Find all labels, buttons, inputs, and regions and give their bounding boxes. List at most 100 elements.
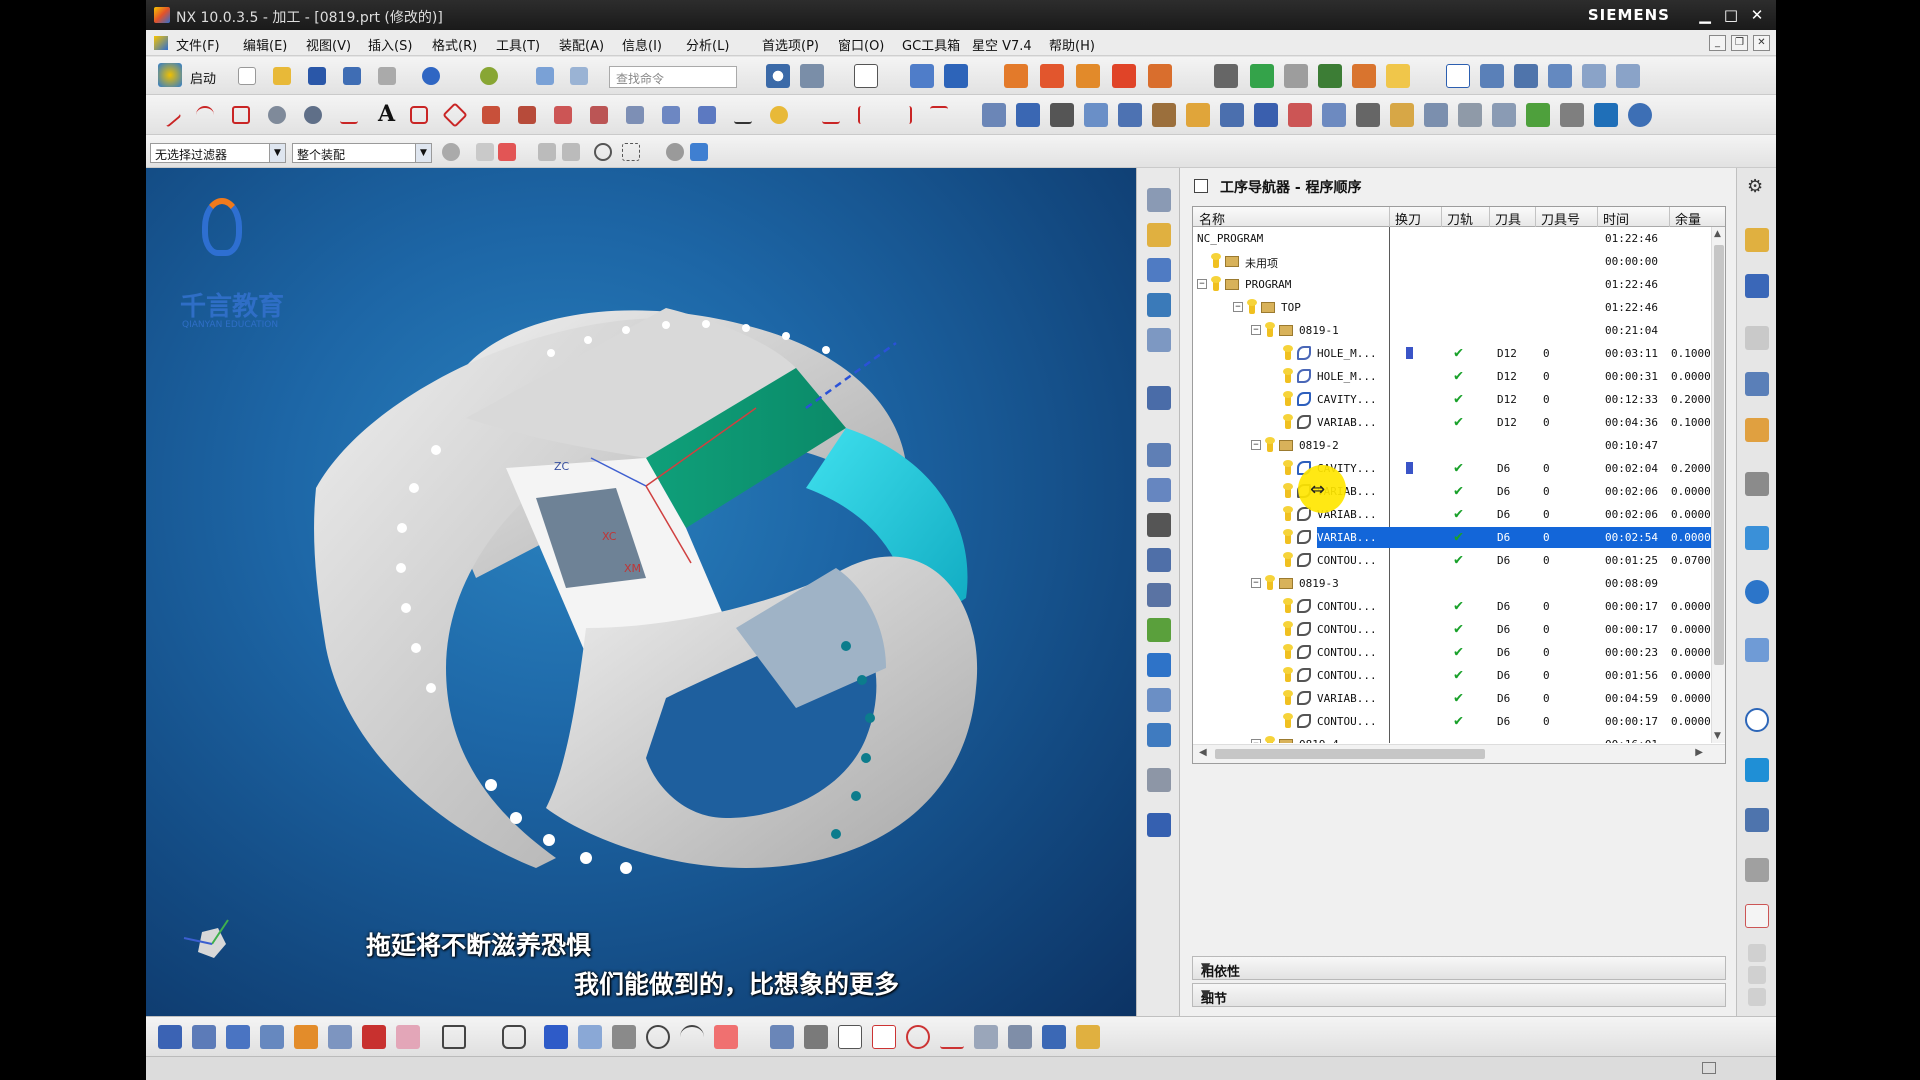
- close-button[interactable]: ✕: [1746, 5, 1768, 25]
- save-icon[interactable]: [308, 67, 326, 85]
- dependencies-panel[interactable]: 相依性 ▼: [1192, 956, 1726, 980]
- open-icon[interactable]: [273, 67, 291, 85]
- operation-row[interactable]: CONTOU... ✔ D6 0 00:00:17 0.0000: [1193, 710, 1711, 733]
- right-tool-16-icon[interactable]: [1748, 966, 1766, 984]
- right-tool-12-icon[interactable]: [1745, 808, 1769, 832]
- fit-view-icon[interactable]: [766, 64, 790, 88]
- menu-view[interactable]: 视图(V): [306, 35, 351, 54]
- program-group-row[interactable]: 未用项 00:00:00: [1193, 250, 1711, 273]
- collapse-toggle-icon[interactable]: −: [1233, 302, 1243, 312]
- program-group-row[interactable]: − 0819-3 00:08:09: [1193, 572, 1711, 595]
- mfg-op-7-icon[interactable]: [1186, 103, 1210, 127]
- mfg-op-15-icon[interactable]: [1458, 103, 1482, 127]
- menu-tools[interactable]: 工具(T): [496, 35, 540, 54]
- box-select-icon[interactable]: [622, 143, 640, 161]
- start-icon[interactable]: [158, 63, 182, 87]
- operation-row[interactable]: CONTOU... ✔ D6 0 00:01:25 0.0700: [1193, 549, 1711, 572]
- resource-8-icon[interactable]: [1147, 478, 1171, 502]
- resource-1-icon[interactable]: [1147, 188, 1171, 212]
- scroll-right-icon[interactable]: ▶: [1695, 747, 1703, 758]
- menu-edit[interactable]: 编辑(E): [243, 35, 287, 54]
- resource-13-icon[interactable]: [1147, 653, 1171, 677]
- view-orient-icon[interactable]: [800, 64, 824, 88]
- new-icon[interactable]: [238, 67, 256, 85]
- mfg-op-6-icon[interactable]: [1152, 103, 1176, 127]
- render-icon[interactable]: [480, 67, 498, 85]
- horizontal-scrollbar[interactable]: ◀ ▶: [1193, 744, 1725, 763]
- clock-icon[interactable]: [1745, 708, 1769, 732]
- bridge-curve-icon[interactable]: [482, 106, 500, 124]
- circle-icon[interactable]: [646, 1025, 670, 1049]
- save-as-icon[interactable]: [343, 67, 361, 85]
- type-filter-dropdown[interactable]: 无选择过滤器 ▼: [150, 143, 286, 163]
- gear-icon[interactable]: ⚙: [1747, 176, 1763, 197]
- bottom-tool-4-icon[interactable]: [260, 1025, 284, 1049]
- mfg-op-1-icon[interactable]: [982, 103, 1006, 127]
- bottom-tool-26-icon[interactable]: [1076, 1025, 1100, 1049]
- operation-row[interactable]: HOLE_M... ✔ D12 0 00:00:31 0.0000: [1193, 365, 1711, 388]
- machine-tool-view-icon[interactable]: [1480, 64, 1504, 88]
- operation-row[interactable]: VARIAB... ✔ D6 0 00:02:06 0.0000: [1193, 503, 1711, 526]
- menu-file[interactable]: 文件(F): [176, 35, 220, 54]
- divide-curve-icon[interactable]: [858, 106, 876, 124]
- arc-icon[interactable]: [196, 106, 214, 124]
- operation-row[interactable]: CONTOU... ✔ D6 0 00:00:23 0.0000: [1193, 641, 1711, 664]
- resource-6-icon[interactable]: [1147, 386, 1171, 410]
- mfg-op-20-icon[interactable]: [1628, 103, 1652, 127]
- snap-point-icon[interactable]: [498, 143, 516, 161]
- mfg-op-19-icon[interactable]: [1594, 103, 1618, 127]
- operation-row[interactable]: HOLE_M... ✔ D12 0 00:03:11 0.1000: [1193, 342, 1711, 365]
- resource-11-icon[interactable]: [1147, 583, 1171, 607]
- resource-4-icon[interactable]: [1147, 293, 1171, 317]
- undo-icon[interactable]: [422, 67, 440, 85]
- operation-row[interactable]: VARIAB... ✔ D6 0 00:02:06 0.0000: [1193, 480, 1711, 503]
- col-header-toolpath[interactable]: 刀轨: [1447, 209, 1473, 228]
- offset-curve-icon[interactable]: [442, 102, 468, 128]
- bottom-tool-19-icon[interactable]: [838, 1025, 862, 1049]
- bottom-tool-7-icon[interactable]: [362, 1025, 386, 1049]
- graphics-viewport[interactable]: 千言教育 QIANYAN EDUCATION ZC XC XM 拖延将不断滋养恐…: [146, 168, 1136, 1016]
- mfg-op-12-icon[interactable]: [1356, 103, 1380, 127]
- menu-preferences[interactable]: 首选项(P): [762, 35, 819, 54]
- bottom-tool-20-icon[interactable]: [872, 1025, 896, 1049]
- details-panel[interactable]: 细节 ▼: [1192, 983, 1726, 1007]
- resource-15-icon[interactable]: [1147, 723, 1171, 747]
- verify-icon[interactable]: [1318, 64, 1342, 88]
- print-icon[interactable]: [378, 67, 396, 85]
- menu-help[interactable]: 帮助(H): [1049, 35, 1095, 54]
- spline-icon[interactable]: [734, 106, 752, 124]
- bottom-tool-16-icon[interactable]: [714, 1025, 738, 1049]
- navigator-grid[interactable]: 名称 换刀 刀轨 刀具 刀具号 时间 余量 NC_PROGRAM 01:22:46…: [1192, 206, 1726, 764]
- right-tool-4-icon[interactable]: [1745, 372, 1769, 396]
- resource-12-icon[interactable]: [1147, 618, 1171, 642]
- bottom-tool-5-icon[interactable]: [294, 1025, 318, 1049]
- resource-10-icon[interactable]: [1147, 548, 1171, 572]
- right-tool-3-icon[interactable]: [1745, 326, 1769, 350]
- right-tool-7-icon[interactable]: [1745, 526, 1769, 550]
- polygon-icon[interactable]: [410, 106, 428, 124]
- program-group-row[interactable]: − TOP 01:22:46: [1193, 296, 1711, 319]
- right-tool-17-icon[interactable]: [1748, 988, 1766, 1006]
- generate-icon[interactable]: [1250, 64, 1274, 88]
- right-tool-1-icon[interactable]: [1745, 228, 1769, 252]
- extrude-icon[interactable]: [268, 106, 286, 124]
- col-header-tool-number[interactable]: 刀具号: [1541, 209, 1580, 228]
- nav-option-icon[interactable]: [1582, 64, 1606, 88]
- collapse-toggle-icon[interactable]: −: [1251, 739, 1261, 743]
- operation-row[interactable]: VARIAB... ✔ D6 0 00:04:59 0.0000: [1193, 687, 1711, 710]
- menu-icon[interactable]: [154, 36, 168, 50]
- right-tool-6-icon[interactable]: [1745, 472, 1769, 496]
- col-header-name[interactable]: 名称: [1199, 209, 1225, 228]
- resource-2-icon[interactable]: [1147, 223, 1171, 247]
- isoparametric-icon[interactable]: [698, 106, 716, 124]
- display-mode-icon[interactable]: [854, 64, 878, 88]
- program-group-row[interactable]: − 0819-1 00:21:04: [1193, 319, 1711, 342]
- scrollbar-thumb[interactable]: [1714, 245, 1724, 665]
- point-icon[interactable]: [340, 106, 358, 124]
- hscrollbar-thumb[interactable]: [1215, 749, 1485, 759]
- method-view-icon[interactable]: [1548, 64, 1572, 88]
- section-curve-icon[interactable]: [662, 106, 680, 124]
- select-option-icon[interactable]: [442, 143, 460, 161]
- fillet-curve-icon[interactable]: [930, 106, 948, 124]
- col-header-time[interactable]: 时间: [1603, 209, 1629, 228]
